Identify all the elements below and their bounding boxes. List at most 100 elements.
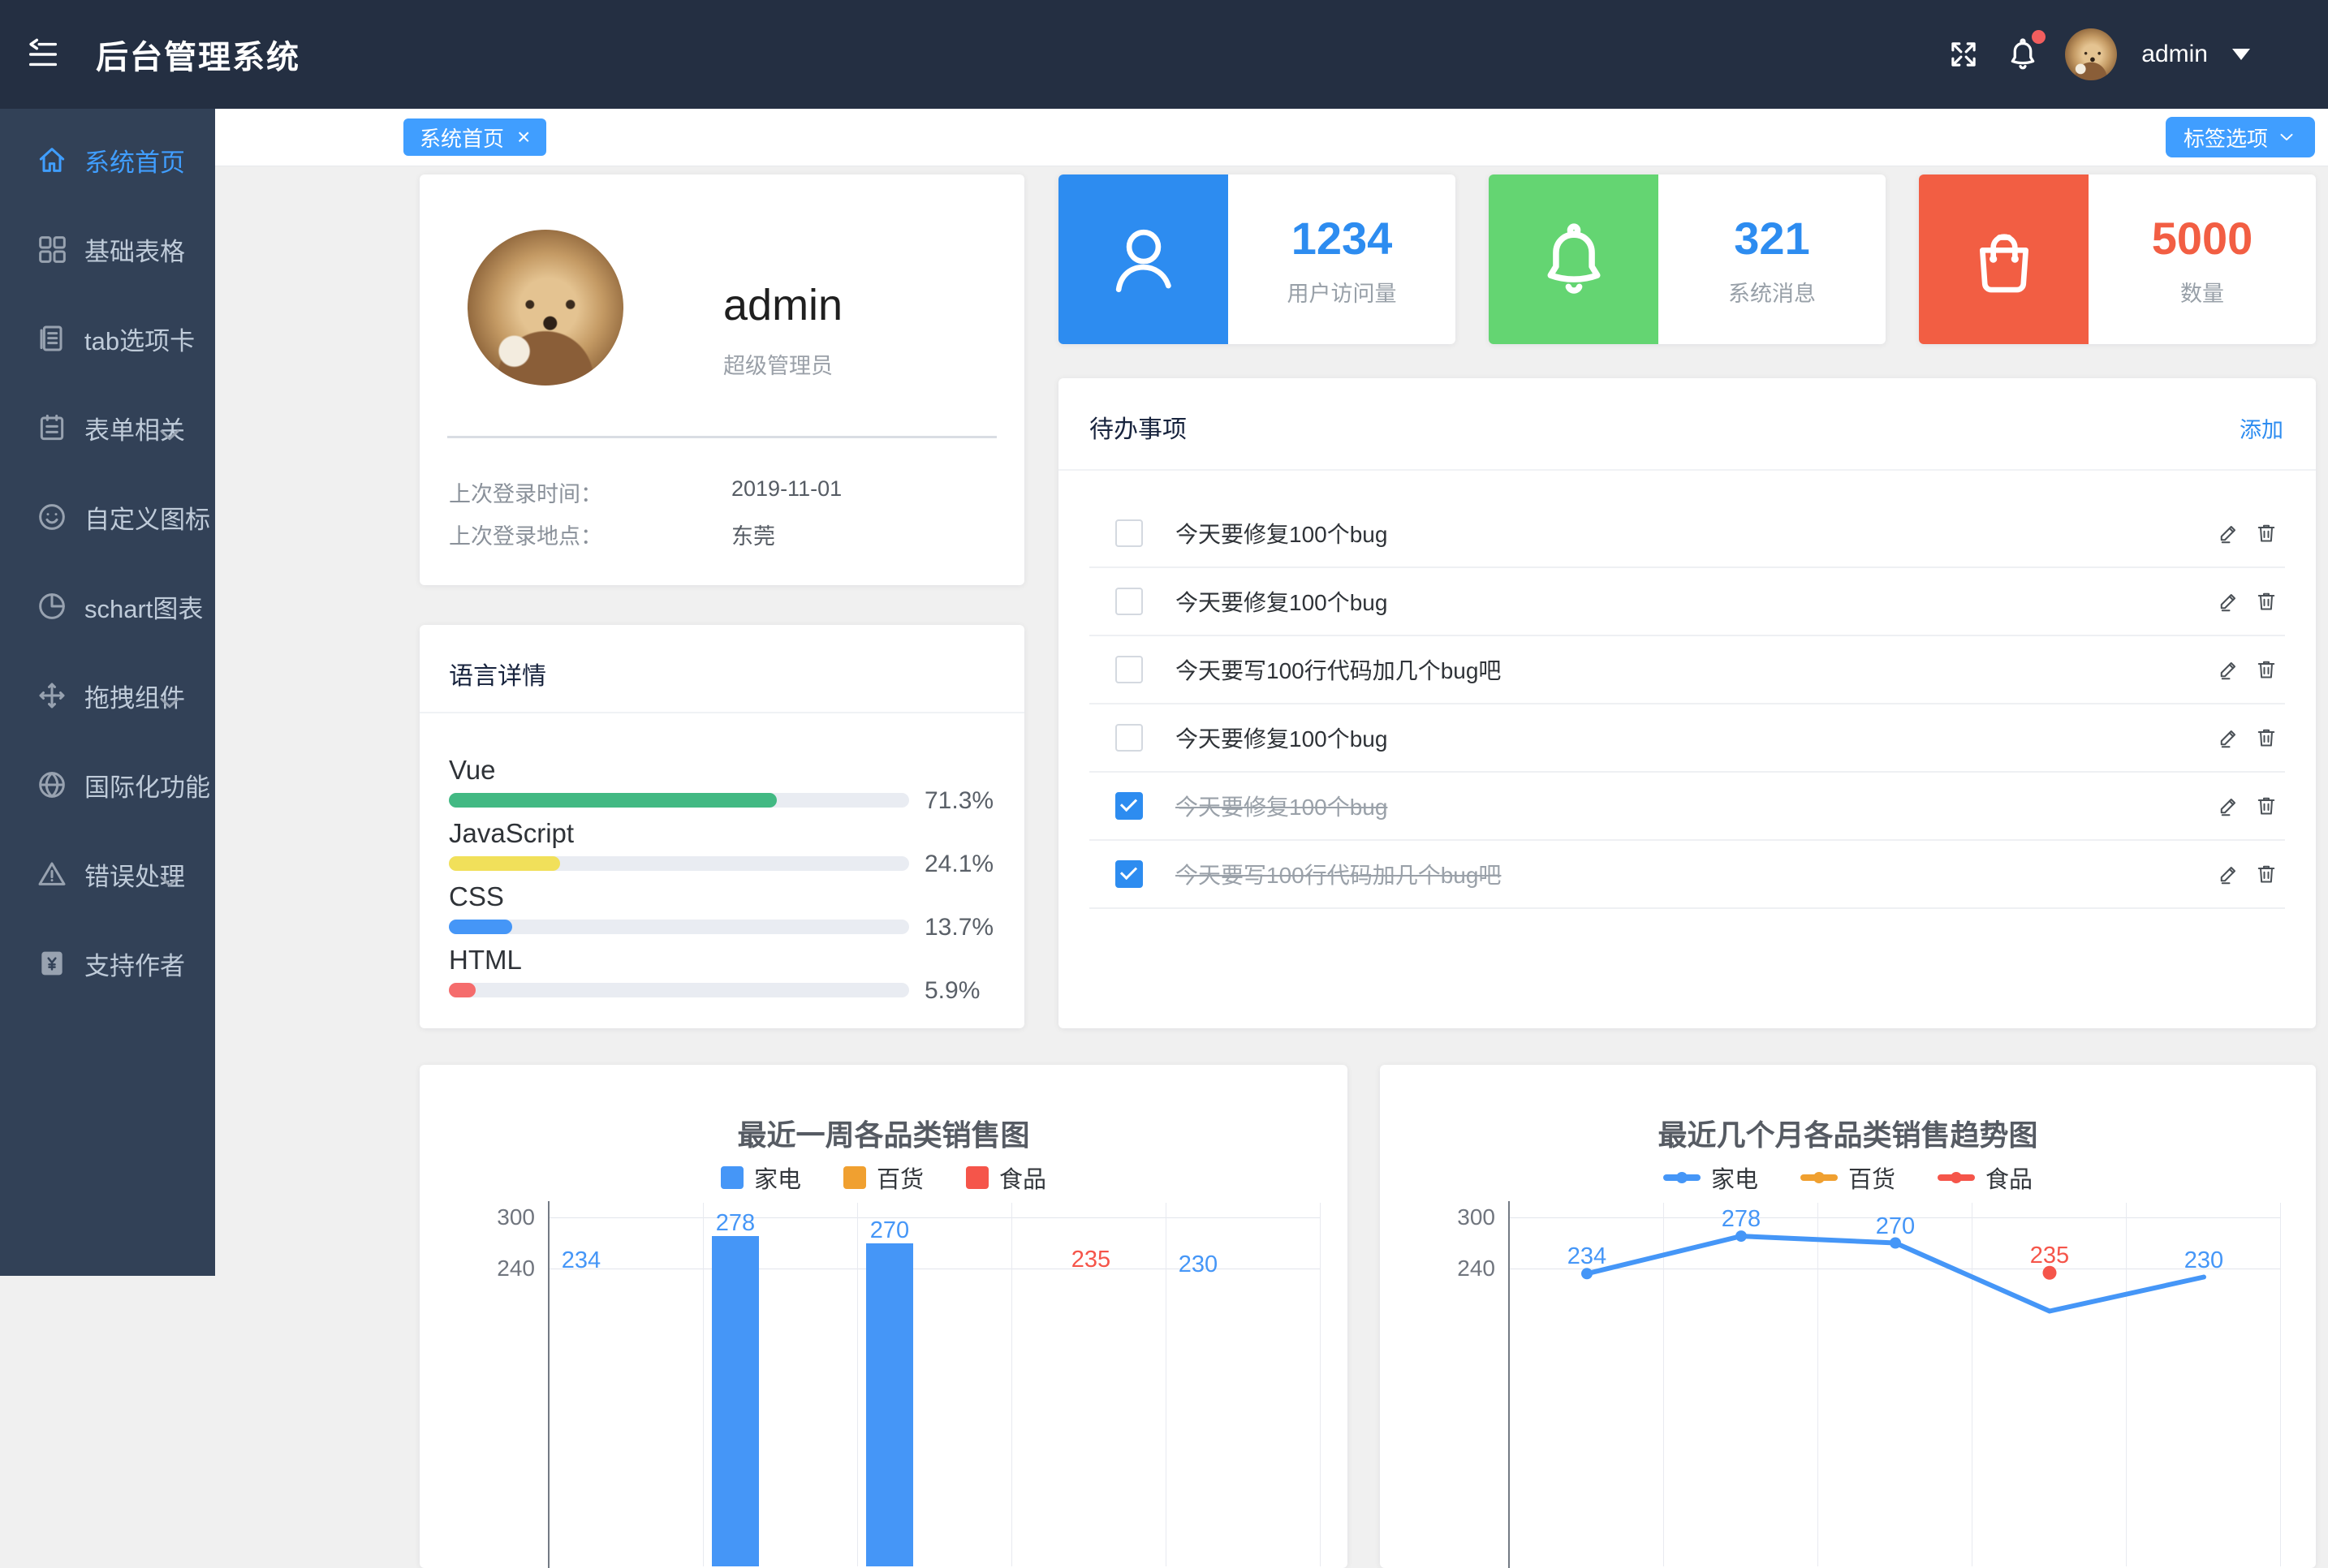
bag-icon — [1964, 219, 2045, 300]
user-avatar[interactable] — [2065, 28, 2117, 80]
sidebar-item-6[interactable]: schart图表 — [0, 562, 215, 651]
stat-value: 321 — [1734, 212, 1809, 265]
app-title: 后台管理系统 — [96, 31, 300, 78]
stat-text: 321系统消息 — [1658, 174, 1886, 344]
todo-row: 今天要写100行代码加几个bug吧 — [1089, 636, 2285, 704]
chevron-down-icon — [153, 865, 186, 898]
edit-icon[interactable] — [2217, 521, 2241, 545]
user-icon — [1103, 219, 1184, 300]
legend-item: 家电 — [721, 1161, 801, 1195]
edit-icon[interactable] — [2217, 794, 2241, 818]
bar — [712, 1236, 759, 1566]
todo-text: 今天要修复100个bug — [1175, 517, 1387, 549]
stat-value: 5000 — [2152, 212, 2253, 265]
legend-label: 家电 — [1711, 1161, 1758, 1195]
trash-icon[interactable] — [2254, 726, 2278, 750]
tag-options-button[interactable]: 标签选项 — [2166, 117, 2315, 157]
stat-value: 1234 — [1291, 212, 1393, 265]
stat-icon-box — [1919, 174, 2089, 344]
y-axis-tick: 300 — [1414, 1204, 1495, 1230]
weekly-sales-bar-chart: 最近一周各品类销售图家电百货食品300240234278270235230 — [420, 1065, 1347, 1568]
todo-checkbox[interactable] — [1115, 656, 1143, 683]
gridline — [703, 1203, 704, 1566]
sidebar-item-2[interactable]: 基础表格 — [0, 205, 215, 294]
sidebar-item-label: 国际化功能 — [84, 767, 210, 803]
edit-icon[interactable] — [2217, 726, 2241, 750]
todo-checkbox[interactable] — [1115, 519, 1143, 547]
sidebar-item-4[interactable]: 表单相关 — [0, 383, 215, 472]
tab-label: 系统首页 — [420, 123, 504, 153]
todo-checkbox[interactable] — [1115, 792, 1143, 820]
edit-icon[interactable] — [2217, 862, 2241, 886]
trash-icon[interactable] — [2254, 589, 2278, 614]
last-login-time-value: 2019-11-01 — [731, 476, 842, 502]
username[interactable]: admin — [2141, 41, 2208, 68]
tab-system-home[interactable]: 系统首页 × — [403, 118, 546, 156]
todo-actions — [2217, 726, 2278, 750]
todo-checkbox[interactable] — [1115, 860, 1143, 888]
language-name: JavaScript — [449, 818, 574, 849]
warning-icon — [36, 858, 68, 890]
main-content: admin 超级管理员 上次登录时间： 2019-11-01 上次登录地点： 东… — [215, 166, 2328, 1276]
todo-row: 今天要修复100个bug — [1089, 773, 2285, 841]
trash-icon[interactable] — [2254, 794, 2278, 818]
legend-item: 百货 — [1800, 1161, 1895, 1195]
profile-role: 超级管理员 — [723, 348, 833, 380]
todo-checkbox[interactable] — [1115, 588, 1143, 615]
todo-text: 今天要写100行代码加几个bug吧 — [1175, 653, 1501, 686]
notification-bell[interactable] — [2005, 37, 2041, 72]
form-icon — [36, 411, 68, 444]
legend-marker-dot — [1676, 1172, 1688, 1183]
todo-row: 今天要修复100个bug — [1089, 568, 2285, 636]
todo-text: 今天要修复100个bug — [1175, 790, 1387, 822]
language-progress-bar — [449, 983, 909, 997]
fullscreen-icon[interactable] — [1946, 37, 1981, 71]
language-percent: 5.9% — [925, 977, 980, 1005]
profile-avatar — [468, 230, 623, 386]
sidebar-item-7[interactable]: 拖拽组件 — [0, 651, 215, 740]
sidebar: 系统首页基础表格tab选项卡表单相关自定义图标schart图表拖拽组件国际化功能… — [0, 109, 215, 1276]
sidebar-item-3[interactable]: tab选项卡 — [0, 294, 215, 383]
legend-item: 家电 — [1663, 1161, 1758, 1195]
todo-title: 待办事项 — [1089, 409, 1187, 445]
chart-legend: 家电百货食品 — [420, 1161, 1347, 1195]
sidebar-item-10[interactable]: 支持作者 — [0, 919, 215, 1008]
tab-close-icon[interactable]: × — [517, 126, 530, 149]
sidebar-item-9[interactable]: 错误处理 — [0, 829, 215, 919]
language-details-panel: 语言详情 Vue71.3%JavaScript24.1%CSS13.7%HTML… — [420, 625, 1024, 1028]
trash-icon[interactable] — [2254, 657, 2278, 682]
todo-add-button[interactable]: 添加 — [2240, 412, 2283, 444]
legend-marker — [1938, 1174, 1975, 1181]
todo-text: 今天要修复100个bug — [1175, 722, 1387, 754]
point-value-label: 270 — [1839, 1213, 1952, 1240]
legend-marker — [843, 1166, 866, 1189]
language-name: HTML — [449, 945, 522, 976]
gridline — [1320, 1203, 1321, 1566]
todo-row: 今天要修复100个bug — [1089, 704, 2285, 773]
user-menu-caret-icon[interactable] — [2232, 49, 2250, 60]
smiley-icon — [36, 501, 68, 533]
edit-icon[interactable] — [2217, 657, 2241, 682]
language-name: CSS — [449, 881, 504, 912]
sidebar-item-label: 支持作者 — [84, 946, 185, 982]
sidebar-item-8[interactable]: 国际化功能 — [0, 740, 215, 829]
todo-checkbox[interactable] — [1115, 724, 1143, 752]
sidebar-item-1[interactable]: 系统首页 — [0, 115, 215, 205]
header-actions: admin — [1946, 0, 2250, 109]
sidebar-item-5[interactable]: 自定义图标 — [0, 472, 215, 562]
language-progress-fill — [449, 793, 777, 808]
bar-value-label: 230 — [1141, 1251, 1255, 1278]
trash-icon[interactable] — [2254, 862, 2278, 886]
trash-icon[interactable] — [2254, 521, 2278, 545]
pie-chart-icon — [36, 590, 68, 622]
chevron-down-icon — [153, 687, 186, 719]
todo-actions — [2217, 589, 2278, 614]
collapse-menu-icon[interactable] — [24, 36, 62, 73]
stat-text: 5000数量 — [2089, 174, 2316, 344]
sidebar-item-label: 系统首页 — [84, 142, 185, 179]
language-percent: 71.3% — [925, 787, 994, 815]
bar — [866, 1243, 913, 1567]
chart-plot: 234278270235230 — [550, 1193, 1321, 1566]
edit-icon[interactable] — [2217, 589, 2241, 614]
language-progress-bar — [449, 856, 909, 871]
